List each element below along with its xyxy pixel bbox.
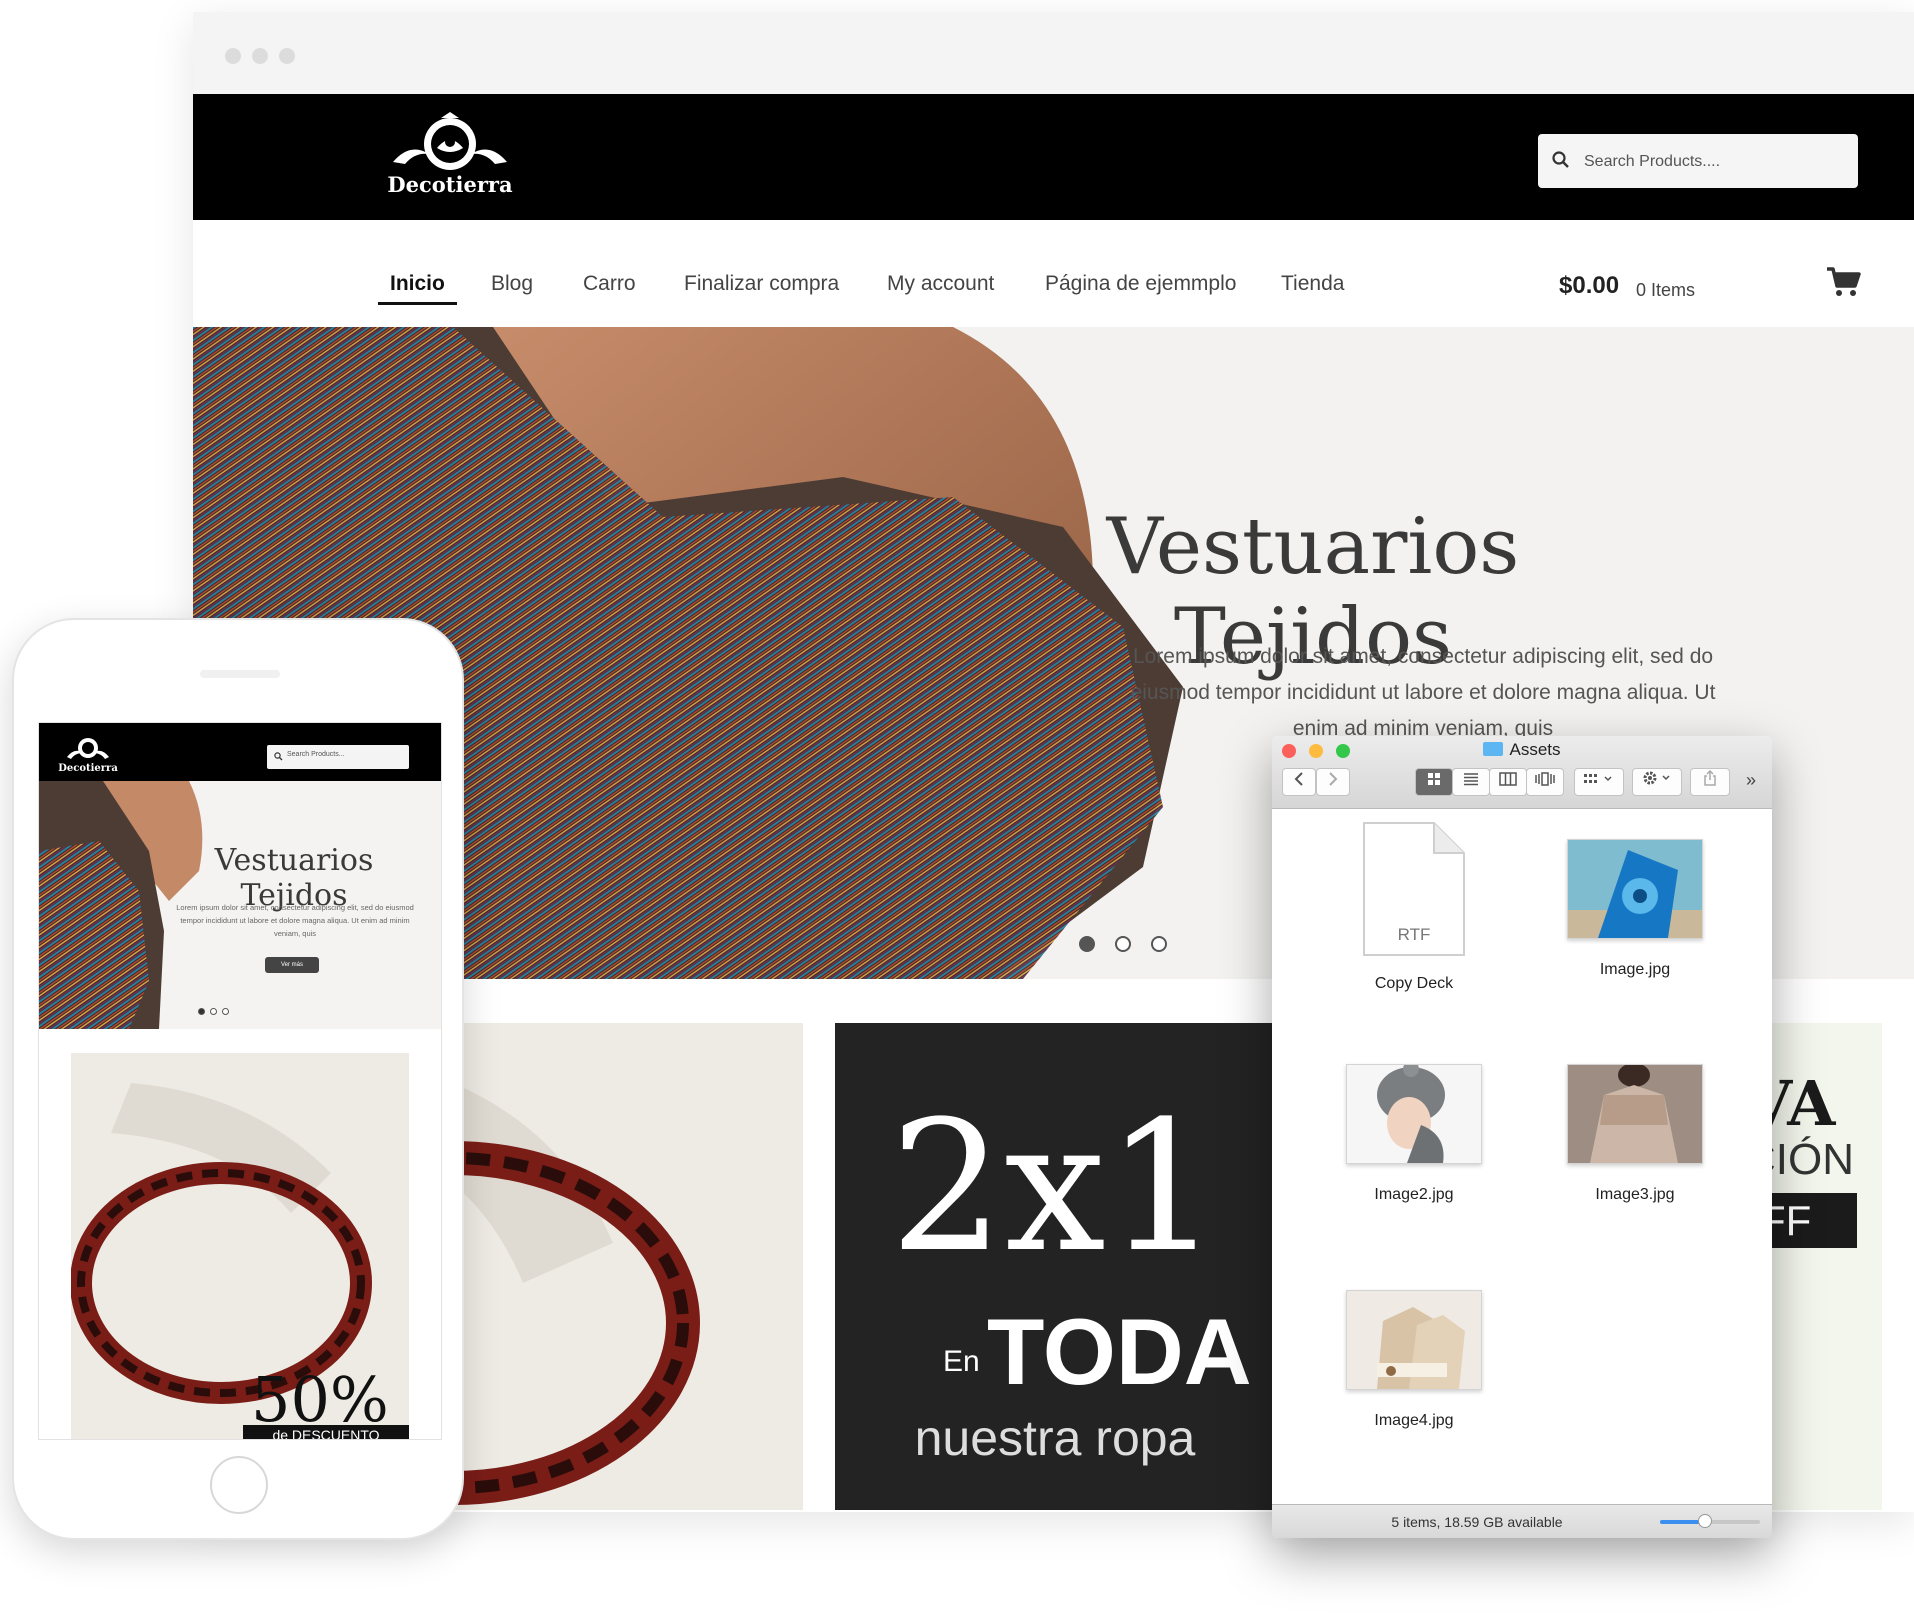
file-name: Image2.jpg bbox=[1374, 1186, 1454, 1203]
action-button[interactable] bbox=[1632, 768, 1682, 796]
slider-dot-3[interactable] bbox=[1151, 936, 1167, 952]
phone-screen: Decotierra Search Products... Vestuarios… bbox=[38, 722, 442, 1440]
file-item-image[interactable]: Image.jpg bbox=[1535, 839, 1735, 979]
window-dot-2[interactable] bbox=[252, 48, 268, 64]
cart-total[interactable]: $0.00 bbox=[1559, 272, 1619, 300]
search-icon bbox=[274, 752, 283, 761]
main-nav: Inicio Blog Carro Finalizar compra My ac… bbox=[193, 220, 1914, 340]
gear-icon bbox=[1643, 771, 1670, 785]
file-name: Image3.jpg bbox=[1595, 1186, 1675, 1203]
file-item-image4[interactable]: Image4.jpg bbox=[1314, 1290, 1514, 1430]
cart-count[interactable]: 0 Items bbox=[1636, 280, 1695, 301]
forward-button[interactable] bbox=[1316, 768, 1350, 796]
window-dot-3[interactable] bbox=[279, 48, 295, 64]
mobile-slider-dot-1[interactable] bbox=[198, 1008, 205, 1015]
mobile-logo-text: Decotierra bbox=[58, 763, 118, 774]
search-input[interactable] bbox=[1582, 146, 1846, 178]
share-icon bbox=[1704, 769, 1716, 786]
slider-knob[interactable] bbox=[1698, 1514, 1712, 1528]
file-kind-label: RTF bbox=[1397, 925, 1431, 944]
slider-dot-2[interactable] bbox=[1115, 936, 1131, 952]
nav-item-tienda[interactable]: Tienda bbox=[1281, 272, 1344, 296]
mobile-hero-text: Lorem ipsum dolor sit amet, consectetur … bbox=[176, 903, 414, 938]
icon-view-button[interactable] bbox=[1415, 768, 1453, 796]
image4-thumbnail bbox=[1346, 1290, 1482, 1390]
mobile-slider-dot-2[interactable] bbox=[210, 1008, 217, 1015]
finder-toolbar: Assets » bbox=[1272, 736, 1772, 809]
finder-content: RTF Copy Deck Image.jpg Image2.jpg Image… bbox=[1272, 809, 1772, 1504]
promo-en-label: En bbox=[943, 1345, 980, 1378]
promo-toda-label: TODA bbox=[987, 1299, 1252, 1404]
mobile-promo-caption: de DESCUENTO bbox=[243, 1425, 409, 1439]
promo-ropa-label: nuestra ropa bbox=[914, 1410, 1196, 1466]
list-view-icon bbox=[1464, 773, 1478, 786]
mobile-promo-tile[interactable]: 50% de DESCUENTO bbox=[71, 1053, 409, 1439]
home-button[interactable] bbox=[210, 1456, 268, 1514]
icon-view-icon bbox=[1428, 773, 1440, 785]
image-thumbnail bbox=[1567, 839, 1703, 939]
nav-item-finalizar-compra[interactable]: Finalizar compra bbox=[684, 272, 839, 296]
search-icon bbox=[1552, 151, 1569, 168]
mobile-hero: Vestuarios Tejidos Lorem ipsum dolor sit… bbox=[39, 781, 441, 1029]
browser-chrome bbox=[193, 12, 1914, 94]
icon-size-slider[interactable] bbox=[1660, 1514, 1760, 1528]
column-view-button[interactable] bbox=[1489, 768, 1527, 796]
logo-emblem-icon bbox=[393, 112, 507, 170]
file-item-image2[interactable]: Image2.jpg bbox=[1314, 1064, 1514, 1204]
hero-text: Lorem ipsum dolor sit amet, consectetur … bbox=[1130, 645, 1716, 740]
column-view-icon bbox=[1499, 772, 1517, 786]
mobile-hero-button[interactable]: Ver más bbox=[265, 957, 319, 973]
shopping-cart-icon[interactable] bbox=[1825, 266, 1861, 298]
site-header: Decotierra bbox=[193, 94, 1914, 220]
window-dot-1[interactable] bbox=[225, 48, 241, 64]
back-button[interactable] bbox=[1282, 768, 1316, 796]
chevron-right-icon bbox=[1329, 772, 1338, 786]
group-icon bbox=[1584, 774, 1612, 783]
file-name: Copy Deck bbox=[1374, 975, 1454, 992]
file-item-copy-deck[interactable]: RTF Copy Deck bbox=[1314, 821, 1514, 993]
toolbar-overflow-button[interactable]: » bbox=[1746, 770, 1756, 791]
product-search[interactable] bbox=[1538, 134, 1858, 188]
slider-dot-1[interactable] bbox=[1079, 936, 1095, 952]
file-item-image3[interactable]: Image3.jpg bbox=[1535, 1064, 1735, 1204]
store-logo[interactable]: Decotierra bbox=[385, 112, 515, 202]
chevron-left-icon bbox=[1294, 772, 1303, 786]
promo-tile-2x1[interactable]: 2x1 En TODA nuestra ropa bbox=[835, 1023, 1275, 1510]
logo-text: Decotierra bbox=[387, 172, 513, 197]
mobile-logo-emblem-icon[interactable] bbox=[65, 733, 111, 763]
nav-item-pagina-ejemplo[interactable]: Página de ejemmplo bbox=[1045, 272, 1236, 296]
file-name: Image4.jpg bbox=[1374, 1412, 1454, 1429]
group-button[interactable] bbox=[1574, 768, 1624, 796]
mobile-slider-dot-3[interactable] bbox=[222, 1008, 229, 1015]
phone-speaker bbox=[200, 670, 280, 678]
folder-icon bbox=[1483, 742, 1504, 756]
finder-title-text: Assets bbox=[1509, 740, 1561, 759]
file-name: Image.jpg bbox=[1599, 961, 1671, 978]
image3-thumbnail bbox=[1567, 1064, 1703, 1164]
status-text: 5 items, 18.59 GB available bbox=[1391, 1514, 1563, 1530]
finder-status-bar: 5 items, 18.59 GB available bbox=[1272, 1504, 1772, 1538]
nav-item-my-account[interactable]: My account bbox=[887, 272, 994, 296]
rtf-document-icon: RTF bbox=[1360, 821, 1468, 957]
phone-device: Decotierra Search Products... Vestuarios… bbox=[12, 618, 464, 1540]
mobile-search-placeholder: Search Products... bbox=[287, 751, 345, 758]
cover-flow-button[interactable] bbox=[1526, 768, 1564, 796]
cover-flow-icon bbox=[1535, 772, 1555, 786]
share-button[interactable] bbox=[1690, 768, 1730, 796]
nav-item-inicio[interactable]: Inicio bbox=[378, 272, 457, 305]
image2-thumbnail bbox=[1346, 1064, 1482, 1164]
finder-title: Assets bbox=[1272, 740, 1772, 760]
list-view-button[interactable] bbox=[1452, 768, 1490, 796]
mobile-header: Decotierra Search Products... bbox=[39, 723, 441, 781]
nav-item-carro[interactable]: Carro bbox=[583, 272, 636, 296]
mobile-search-input[interactable]: Search Products... bbox=[267, 745, 409, 769]
promo-2x1-heading: 2x1 bbox=[889, 1083, 1221, 1292]
finder-window: Assets » RTF Copy Deck Image.jpg Image2.… bbox=[1272, 736, 1772, 1538]
nav-item-blog[interactable]: Blog bbox=[491, 272, 533, 296]
